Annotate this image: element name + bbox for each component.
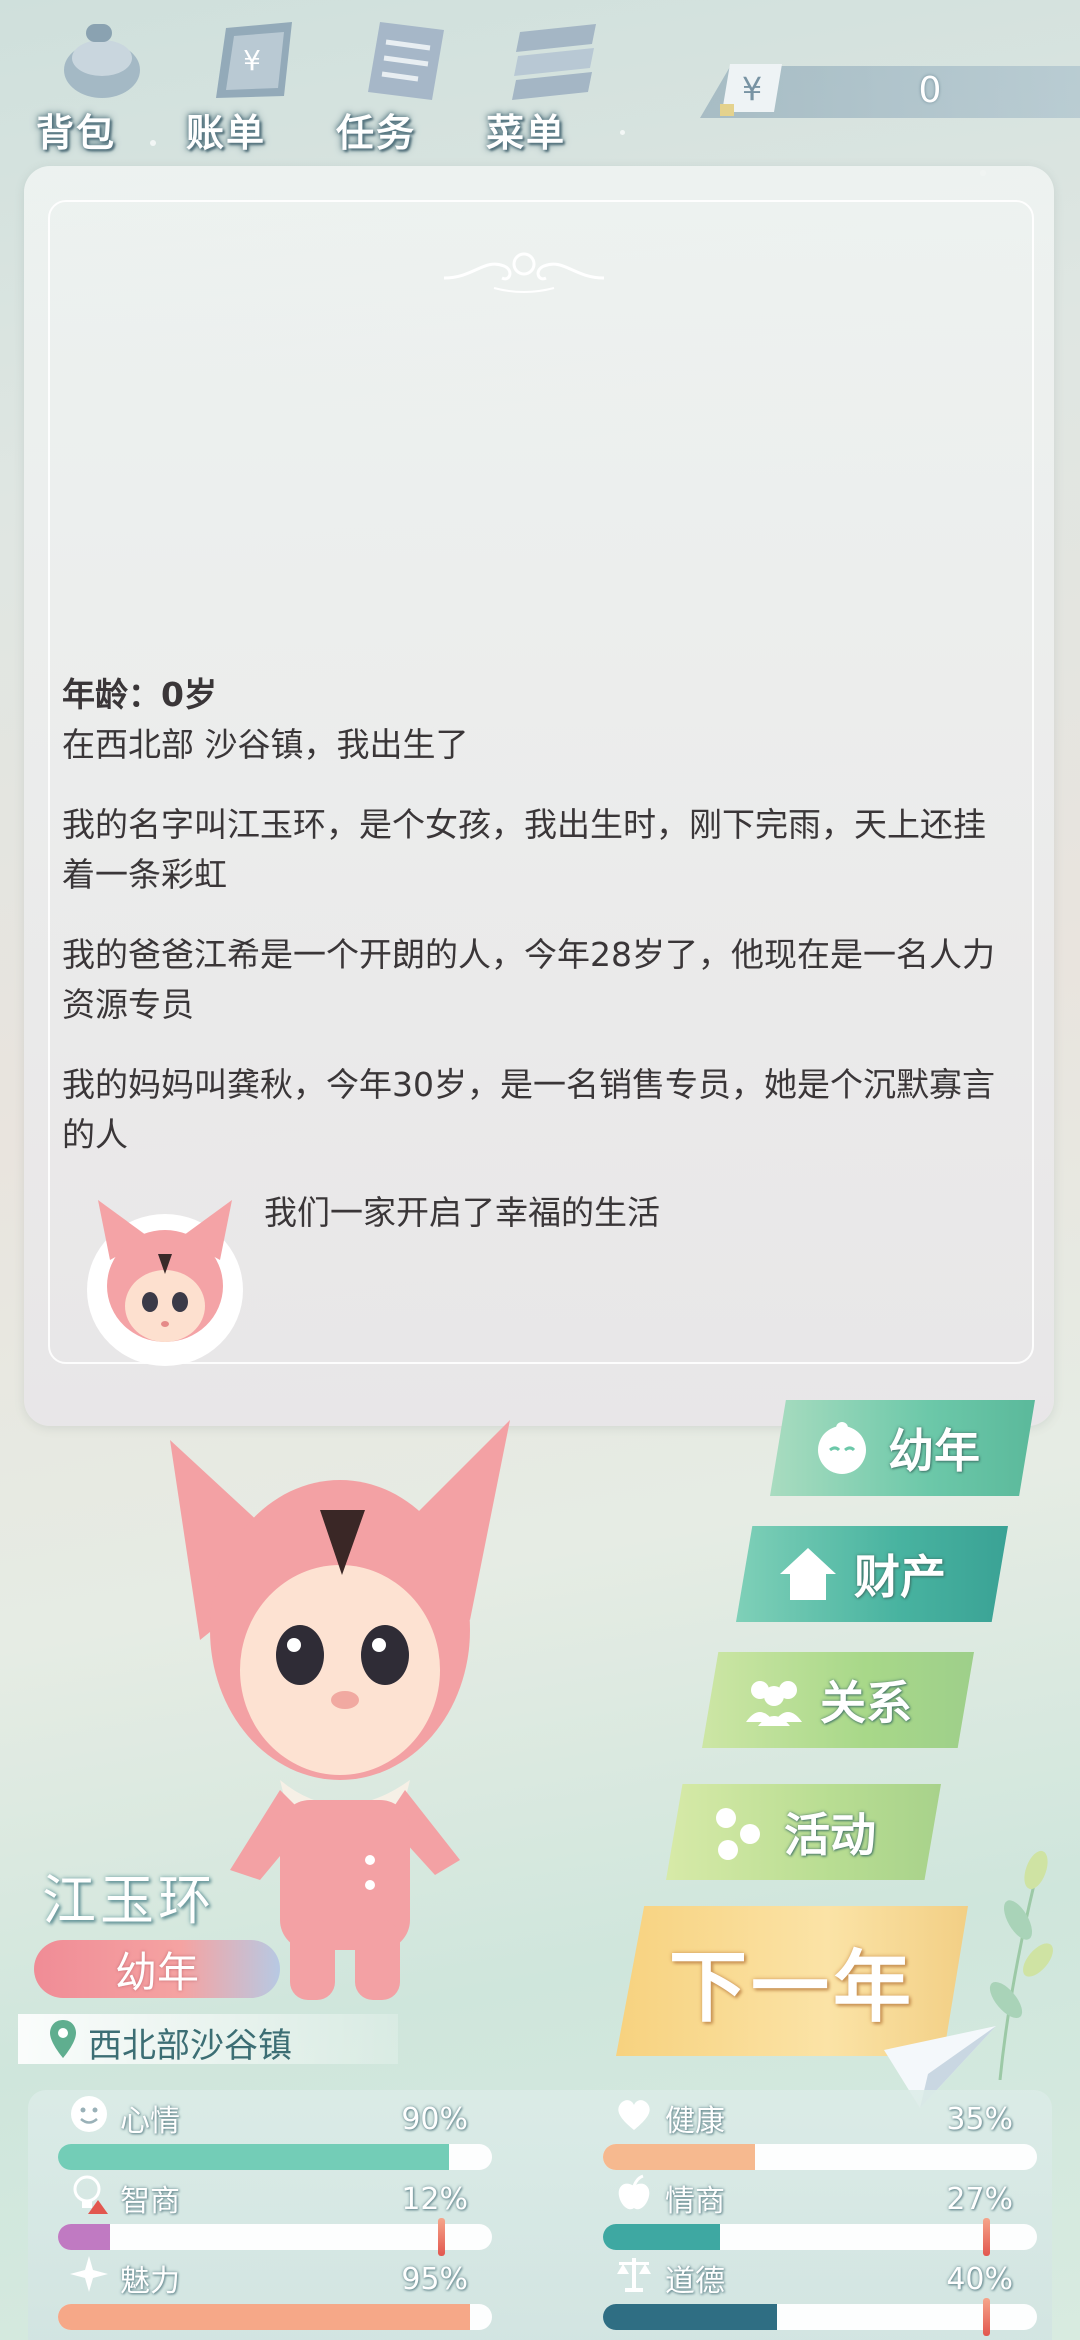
nav-menu-label: 菜单 — [486, 111, 567, 155]
sparkle-icon — [70, 2256, 108, 2292]
stat-iq-warning-marker — [438, 2218, 445, 2256]
character-name: 江玉环 — [42, 1869, 216, 1932]
heart-icon — [618, 2100, 650, 2130]
stat-iq-name: 智商 — [120, 2184, 180, 2219]
nav-task[interactable]: 任务 — [330, 10, 470, 155]
stat-charm-value: 95% — [401, 2262, 468, 2297]
activity-dots-icon — [716, 1808, 760, 1860]
stat-charm-bar — [58, 2304, 492, 2330]
life-stage-label: 幼年 — [114, 1947, 199, 1997]
activity-button[interactable]: 活动 — [666, 1784, 941, 1880]
baby-face-icon — [818, 1422, 866, 1474]
nav-backpack-label: 背包 — [36, 111, 117, 155]
stat-mood-fill — [58, 2144, 449, 2170]
stat-eq-fill — [603, 2224, 721, 2250]
smiley-icon — [71, 2096, 107, 2132]
money-symbol: ¥ — [742, 70, 762, 108]
stat-morality: 道德 40% — [573, 2254, 1037, 2336]
stat-eq-bar — [603, 2224, 1037, 2250]
stat-charm-name: 魅力 — [120, 2264, 180, 2299]
baby-character-icon — [170, 1420, 510, 2000]
relations-button-label: 关系 — [820, 1676, 912, 1730]
ornament-icon — [443, 252, 605, 293]
nav-task-label: 任务 — [336, 111, 417, 155]
family-line: 我们一家开启了幸福的生活 — [264, 1193, 660, 1232]
people-icon — [746, 1681, 802, 1726]
stat-iq-fill — [58, 2224, 111, 2250]
stat-morality-warning-marker — [983, 2298, 990, 2336]
stats-panel: 心情 90% 健康 35% 智商 12% 情商 27% 魅力 95% 道德 40… — [28, 2090, 1052, 2340]
stat-iq-value: 12% — [401, 2182, 468, 2217]
age-line: 年龄：0岁 — [62, 675, 217, 714]
stat-morality-fill — [603, 2304, 777, 2330]
money-value: 0 — [918, 70, 942, 111]
stat-iq: 智商 12% — [28, 2174, 492, 2256]
top-bar: 背包 ¥ 账单 任务 菜单 ¥ 0 — [0, 0, 1080, 160]
youth-button-label: 幼年 — [888, 1424, 980, 1478]
location-pin-icon — [50, 2020, 76, 2058]
nav-bill-label: 账单 — [186, 111, 267, 155]
relations-button[interactable]: 关系 — [702, 1652, 974, 1748]
stat-morality-value: 40% — [946, 2262, 1013, 2297]
stat-iq-bar — [58, 2224, 492, 2250]
stat-health-value: 35% — [946, 2102, 1013, 2137]
yen-icon: ¥ — [720, 64, 782, 116]
house-icon — [780, 1548, 836, 1600]
stat-health-bar — [603, 2144, 1037, 2170]
life-stage-badge: 幼年 — [34, 1940, 280, 1998]
nav-bill[interactable]: ¥ 账单 — [180, 10, 320, 155]
stat-charm-fill — [58, 2304, 471, 2330]
bill-icon: ¥ — [216, 22, 292, 98]
stat-health-name: 健康 — [665, 2104, 725, 2139]
story-text: 年龄：0岁 在西北部 沙谷镇，我出生了 我的名字叫江玉环，是个女孩，我出生时，刚… — [62, 670, 1002, 1190]
svg-text:¥: ¥ — [243, 44, 261, 77]
stat-eq-name: 情商 — [665, 2184, 725, 2219]
stat-mood-bar — [58, 2144, 492, 2170]
nav-backpack[interactable]: 背包 — [30, 10, 170, 155]
lightbulb-icon — [73, 2175, 108, 2214]
next-year-button-label: 下一年 — [668, 1943, 915, 2033]
apple-icon — [618, 2174, 650, 2210]
location-text: 西北部沙谷镇 — [88, 2026, 292, 2066]
stat-eq-value: 27% — [946, 2182, 1013, 2217]
stat-morality-name: 道德 — [665, 2264, 725, 2299]
story-paragraph: 在西北部 沙谷镇，我出生了 — [62, 725, 469, 764]
story-paragraph: 我的爸爸江希是一个开朗的人，今年28岁了，他现在是一名人力资源专员 — [62, 935, 995, 1024]
task-icon — [368, 22, 444, 100]
baby-avatar-icon — [87, 1200, 243, 1366]
scales-icon — [617, 2258, 651, 2292]
youth-button[interactable]: 幼年 — [770, 1400, 1035, 1496]
property-button-label: 财产 — [854, 1550, 946, 1604]
backpack-icon — [64, 24, 140, 98]
stat-mood: 心情 90% — [28, 2094, 492, 2170]
stat-eq: 情商 27% — [573, 2174, 1037, 2256]
stat-health-fill — [603, 2144, 755, 2170]
stat-mood-name: 心情 — [120, 2104, 180, 2139]
property-button[interactable]: 财产 — [736, 1526, 1008, 1622]
stat-health: 健康 35% — [573, 2094, 1037, 2170]
menu-icon — [512, 24, 596, 100]
activity-button-label: 活动 — [784, 1808, 876, 1862]
nav-menu[interactable]: 菜单 — [480, 10, 620, 155]
stat-charm: 魅力 95% — [28, 2254, 492, 2330]
story-paragraph: 我的妈妈叫龚秋，今年30岁，是一名销售专员，她是个沉默寡言的人 — [62, 1065, 995, 1154]
stat-morality-bar — [603, 2304, 1037, 2330]
stat-mood-value: 90% — [401, 2102, 468, 2137]
story-paragraph: 我的名字叫江玉环，是个女孩，我出生时，刚下完雨，天上还挂着一条彩虹 — [62, 805, 986, 894]
stat-eq-warning-marker — [983, 2218, 990, 2256]
